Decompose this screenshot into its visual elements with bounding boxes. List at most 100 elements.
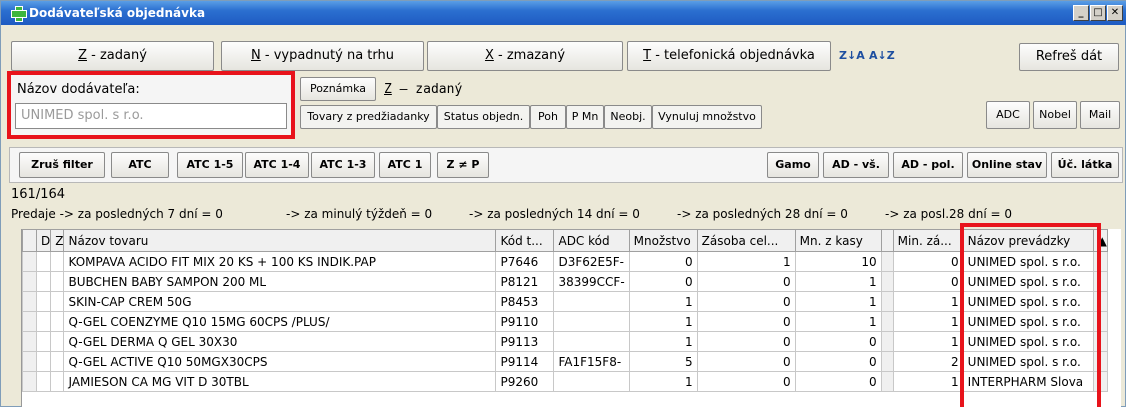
note-button[interactable]: Poznámka [300,77,376,101]
spacer-cell[interactable] [880,291,894,312]
col-header-stock[interactable]: Zásoba cel... [696,229,796,252]
stock-cell[interactable]: 0 [696,311,796,332]
tab-vypadnuty[interactable]: N - vypadnutý na trhu [221,41,424,71]
neobj-button[interactable]: Neobj. [604,105,652,129]
adc-code-cell[interactable] [553,291,630,312]
adc-code-cell[interactable]: 38399CCF- [553,271,630,292]
min-stock-cell[interactable]: 2 [892,351,964,372]
quantity-cell[interactable]: 5 [628,351,698,372]
item-code-cell[interactable]: P9114 [495,351,555,372]
items-from-prerequest-button[interactable]: Tovary z predžiadanky [300,105,437,129]
kasa-cell[interactable]: 0 [794,351,882,372]
kasa-cell[interactable]: 0 [794,371,882,392]
col-header-z[interactable]: Z [50,229,65,252]
item-name-cell[interactable]: JAMIESON CA MG VIT D 30TBL [63,371,497,392]
stock-cell[interactable]: 1 [696,251,796,272]
z-cell[interactable] [50,331,65,352]
adc-button[interactable]: ADC [986,101,1030,129]
item-name-cell[interactable]: SKIN-CAP CREM 50G [63,291,497,312]
d-cell[interactable] [35,371,52,392]
min-stock-cell[interactable]: 1 [892,331,964,352]
col-header-min[interactable]: Min. zá... [892,229,964,252]
table-row[interactable]: JAMIESON CA MG VIT D 30TBL P9260 1 0 0 1 INTER… [22,371,1108,392]
adc-code-cell[interactable] [553,331,630,352]
z-cell[interactable] [50,311,65,332]
col-header-qty[interactable]: Množstvo [628,229,698,252]
quantity-cell[interactable]: 1 [628,291,698,312]
table-row[interactable]: Q-GEL ACTIVE Q10 50MGX30CPS P9114 FA1F15F8… [22,351,1108,372]
z-cell[interactable] [50,291,65,312]
minimize-button[interactable]: _ [1073,5,1089,21]
ad-all-button[interactable]: AD - vš. [823,152,889,178]
close-button[interactable]: ✕ [1107,5,1123,21]
atc-button[interactable]: ATC [111,152,169,178]
col-header-kasa[interactable]: Mn. z kasy [794,229,882,252]
min-stock-cell[interactable]: 0 [892,271,964,292]
d-cell[interactable] [35,271,52,292]
d-cell[interactable] [35,311,52,332]
spacer-cell[interactable] [880,371,894,392]
poh-button[interactable]: Poh [530,105,566,129]
z-not-p-button[interactable]: Z ≠ P [437,152,489,178]
row-selector[interactable] [22,371,37,392]
quantity-cell[interactable]: 1 [628,331,698,352]
item-code-cell[interactable]: P9260 [495,371,555,392]
item-code-cell[interactable]: P9113 [495,331,555,352]
spacer-cell[interactable] [880,351,894,372]
item-name-cell[interactable]: BUBCHEN BABY SAMPON 200 ML [63,271,497,292]
refresh-button[interactable]: Refreš dát [1019,43,1119,71]
min-stock-cell[interactable]: 1 [892,291,964,312]
col-header-name[interactable]: Názov tovaru [63,229,497,252]
stock-cell[interactable]: 0 [696,331,796,352]
z-cell[interactable] [50,271,65,292]
row-selector[interactable] [22,351,37,372]
spacer-cell[interactable] [880,251,894,272]
row-selector[interactable] [22,331,37,352]
table-row[interactable]: SKIN-CAP CREM 50G P8453 1 0 1 1 UNIMED spol. s… [22,291,1108,312]
spacer-cell[interactable] [880,311,894,332]
online-status-button[interactable]: Online stav [967,152,1047,178]
quantity-cell[interactable]: 1 [628,311,698,332]
gamo-button[interactable]: Gamo [767,152,819,178]
row-selector[interactable] [22,311,37,332]
reset-quantity-button[interactable]: Vynuluj množstvo [652,105,762,129]
row-selector[interactable] [22,271,37,292]
item-name-cell[interactable]: Q-GEL DERMA Q GEL 30X30 [63,331,497,352]
item-name-cell[interactable]: KOMPAVA ACIDO FIT MIX 20 KS + 100 KS IND… [63,251,497,272]
item-code-cell[interactable]: P8121 [495,271,555,292]
kasa-cell[interactable]: 1 [794,311,882,332]
min-stock-cell[interactable]: 1 [892,371,964,392]
kasa-cell[interactable]: 10 [794,251,882,272]
adc-code-cell[interactable] [553,371,630,392]
d-cell[interactable] [35,331,52,352]
atc-1-button[interactable]: ATC 1 [379,152,431,178]
min-stock-cell[interactable]: 0 [892,251,964,272]
tab-zadany[interactable]: Z - zadaný [11,41,214,71]
item-name-cell[interactable]: Q-GEL COENZYME Q10 15MG 60CPS /PLUS/ [63,311,497,332]
table-row[interactable]: Q-GEL DERMA Q GEL 30X30 P9113 1 0 0 1 UNIMED s… [22,331,1108,352]
col-header-blank[interactable] [880,229,894,252]
adc-code-cell[interactable]: D3F62E5F- [553,251,630,272]
pmn-button[interactable]: P Mn [566,105,604,129]
ad-pol-button[interactable]: AD - pol. [893,152,963,178]
active-substance-button[interactable]: Úč. látka [1051,152,1119,178]
spacer-cell[interactable] [880,271,894,292]
table-row[interactable]: BUBCHEN BABY SAMPON 200 ML P8121 38399CCF-… [22,271,1108,292]
spacer-cell[interactable] [880,331,894,352]
quantity-cell[interactable]: 0 [628,271,698,292]
z-cell[interactable] [50,371,65,392]
clear-filter-button[interactable]: Zruš filter [19,152,105,178]
item-name-cell[interactable]: Q-GEL ACTIVE Q10 50MGX30CPS [63,351,497,372]
row-selector[interactable] [22,291,37,312]
kasa-cell[interactable]: 1 [794,271,882,292]
stock-cell[interactable]: 0 [696,291,796,312]
stock-cell[interactable]: 0 [696,271,796,292]
item-code-cell[interactable]: P9110 [495,311,555,332]
kasa-cell[interactable]: 0 [794,331,882,352]
col-header-code[interactable]: Kód t... [495,229,555,252]
d-cell[interactable] [35,351,52,372]
table-row[interactable]: KOMPAVA ACIDO FIT MIX 20 KS + 100 KS IND… [22,251,1108,272]
row-selector[interactable] [22,251,37,272]
atc-1-3-button[interactable]: ATC 1-3 [311,152,375,178]
table-row[interactable]: Q-GEL COENZYME Q10 15MG 60CPS /PLUS/P911… [22,311,1108,332]
